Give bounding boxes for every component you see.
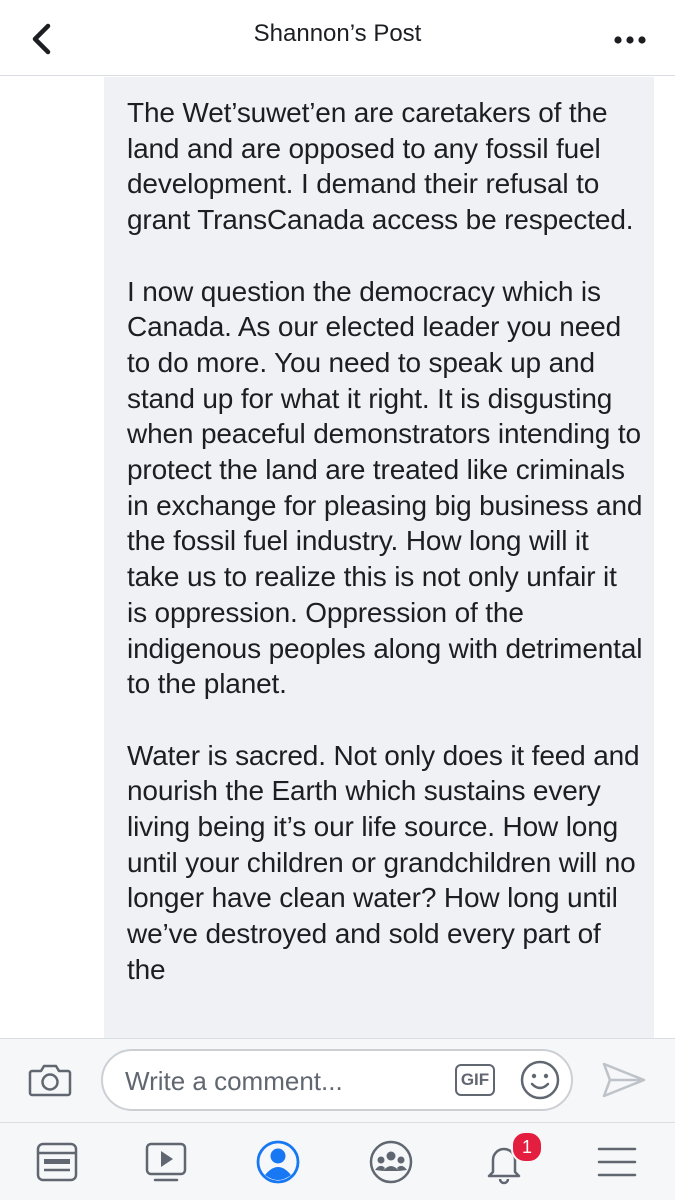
tab-notifications[interactable]: 1 [473, 1131, 543, 1191]
smiley-icon [520, 1060, 560, 1100]
more-dots-icon [614, 36, 646, 44]
back-button[interactable] [22, 18, 66, 62]
groups-icon [369, 1140, 413, 1184]
tab-watch[interactable] [135, 1131, 197, 1191]
tab-menu[interactable] [586, 1131, 648, 1191]
tab-profile[interactable] [247, 1131, 309, 1191]
post-paragraph-2: I now question the democracy which is Ca… [127, 275, 643, 700]
post-content[interactable]: The Wet’suwet’en are caretakers of the l… [0, 77, 675, 1038]
notification-badge: 1 [511, 1131, 543, 1163]
profile-icon [256, 1140, 300, 1184]
top-bar: Shannon’s Post [0, 0, 675, 76]
comment-input[interactable] [123, 1059, 437, 1103]
more-options-button[interactable] [606, 22, 654, 58]
tab-news-feed[interactable] [26, 1131, 88, 1191]
news-feed-icon [36, 1142, 78, 1182]
bottom-tab-bar: 1 [0, 1122, 675, 1200]
chevron-left-icon [32, 23, 51, 55]
gif-button[interactable]: GIF [455, 1064, 495, 1096]
camera-button[interactable] [26, 1057, 74, 1101]
comment-composer: GIF [0, 1038, 675, 1122]
menu-icon [597, 1147, 637, 1177]
post-paragraph-1: The Wet’suwet’en are caretakers of the l… [127, 97, 634, 236]
send-arrow-icon [602, 1062, 646, 1098]
emoji-button[interactable] [519, 1059, 561, 1101]
send-button[interactable] [600, 1059, 648, 1101]
post-text-bubble: The Wet’suwet’en are caretakers of the l… [104, 77, 654, 1038]
post-paragraph-3: Water is sacred. Not only does it feed a… [127, 739, 640, 985]
page-title: Shannon’s Post [253, 20, 422, 47]
tab-groups[interactable] [360, 1131, 422, 1191]
watch-icon [145, 1142, 187, 1182]
comment-field: GIF [101, 1049, 573, 1111]
camera-icon [28, 1064, 72, 1097]
